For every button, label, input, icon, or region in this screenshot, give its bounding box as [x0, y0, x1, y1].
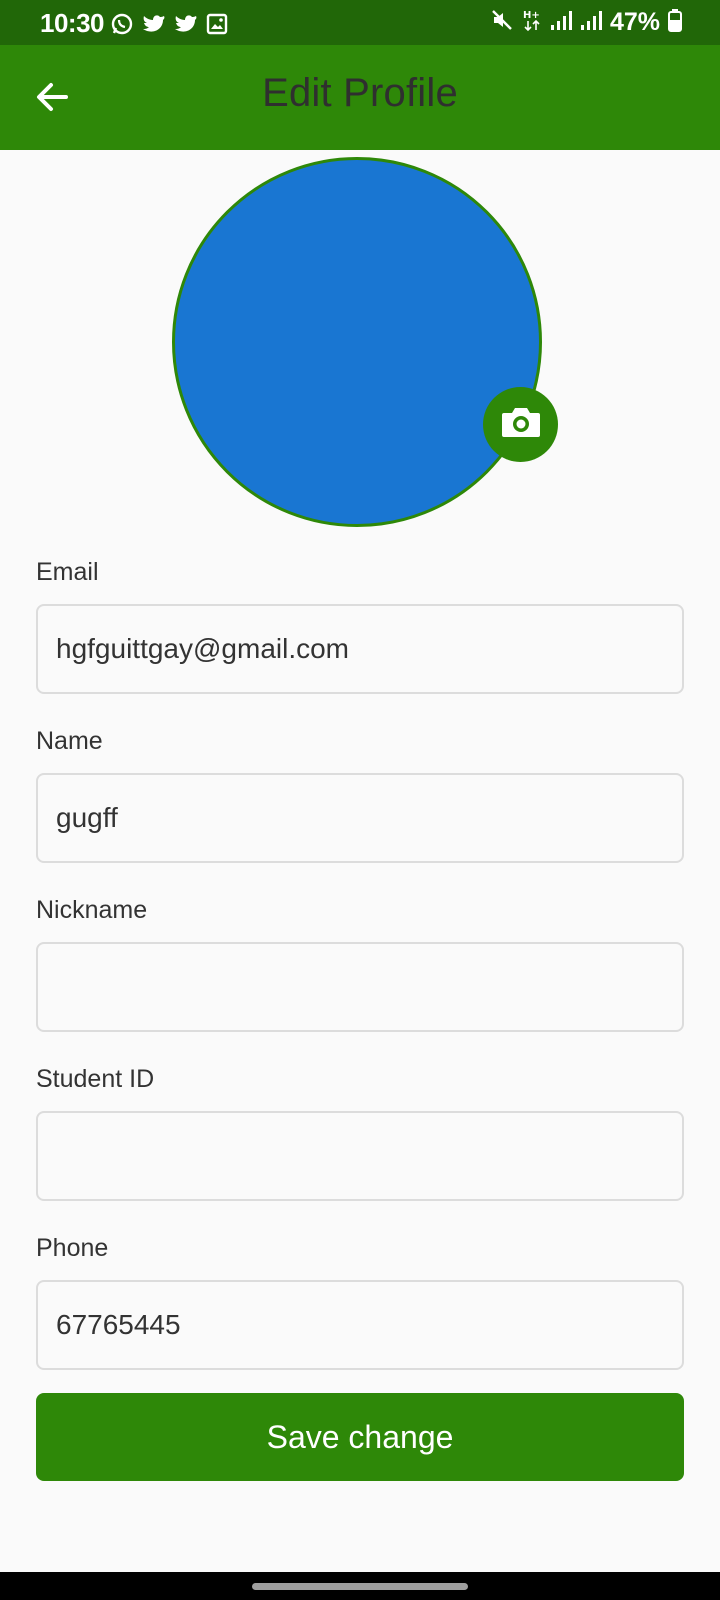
student-id-label: Student ID: [36, 1065, 155, 1093]
app-bar: Edit Profile: [0, 45, 720, 150]
page-title: Edit Profile: [262, 71, 458, 115]
status-time: 10:30: [40, 8, 105, 38]
twitter-icon: [142, 13, 166, 40]
nickname-input[interactable]: [36, 942, 684, 1032]
student-id-field-group: Student ID: [36, 1061, 684, 1201]
mute-icon: [490, 8, 514, 37]
change-photo-button[interactable]: [483, 387, 558, 462]
email-label: Email: [36, 558, 99, 586]
name-field-group: Name: [36, 723, 684, 863]
battery-icon: [668, 8, 682, 37]
gallery-icon: [206, 13, 228, 40]
twitter-icon: [174, 13, 198, 40]
status-bar: 10:30 H+ 47%: [0, 0, 720, 45]
svg-text:H+: H+: [523, 10, 540, 21]
name-input[interactable]: [36, 773, 684, 863]
battery-percentage: 47%: [609, 8, 660, 36]
hplus-data-icon: H+: [522, 8, 542, 37]
email-field-group: Email: [36, 554, 684, 694]
camera-icon: [500, 405, 542, 444]
notification-icons: [110, 12, 228, 41]
name-label: Name: [36, 727, 103, 755]
save-change-button[interactable]: Save change: [36, 1393, 684, 1481]
signal-icon: [550, 9, 572, 36]
avatar[interactable]: [172, 157, 542, 527]
home-indicator[interactable]: [252, 1583, 468, 1590]
navigation-bar: [0, 1572, 720, 1600]
nickname-label: Nickname: [36, 896, 148, 924]
phone-input[interactable]: [36, 1280, 684, 1370]
student-id-input[interactable]: [36, 1111, 684, 1201]
system-status: H+ 47%: [490, 8, 682, 37]
nickname-field-group: Nickname: [36, 892, 684, 1032]
email-input[interactable]: [36, 604, 684, 694]
phone-label: Phone: [36, 1234, 109, 1262]
phone-field-group: Phone: [36, 1230, 684, 1370]
whatsapp-icon: [110, 12, 134, 41]
signal-icon: [580, 9, 602, 36]
